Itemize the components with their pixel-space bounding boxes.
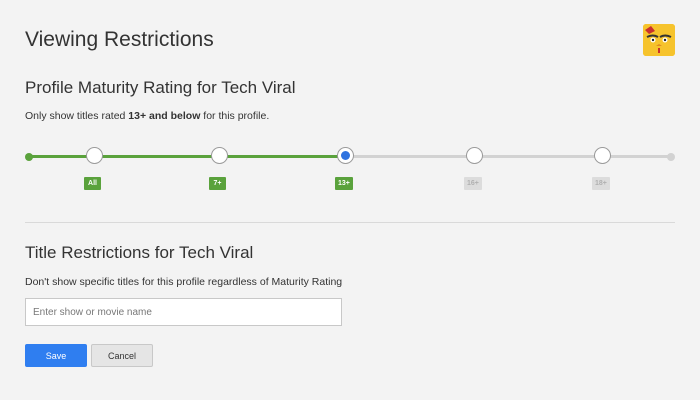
slider-knob-all[interactable] xyxy=(86,147,103,164)
rating-badge-all: All xyxy=(84,177,101,190)
maturity-desc-suffix: for this profile. xyxy=(200,110,270,122)
maturity-slider[interactable]: All 7+ 13+ 16+ 18+ xyxy=(25,140,675,200)
maturity-description: Only show titles rated 13+ and below for… xyxy=(25,110,269,122)
rating-badge-16plus: 16+ xyxy=(464,177,482,190)
slider-knob-18plus[interactable] xyxy=(594,147,611,164)
slider-knob-16plus[interactable] xyxy=(466,147,483,164)
save-button[interactable]: Save xyxy=(25,344,87,367)
cancel-button[interactable]: Cancel xyxy=(91,344,153,367)
maturity-heading: Profile Maturity Rating for Tech Viral xyxy=(25,78,296,97)
title-search-input[interactable] xyxy=(25,298,342,326)
page-title: Viewing Restrictions xyxy=(25,28,214,51)
title-restrictions-description: Don't show specific titles for this prof… xyxy=(25,276,343,288)
title-restrictions-heading: Title Restrictions for Tech Viral xyxy=(25,243,254,262)
rating-badge-18plus: 18+ xyxy=(592,177,610,190)
slider-start-dot xyxy=(25,152,33,161)
slider-track-fill xyxy=(29,155,346,158)
slider-knob-13plus[interactable] xyxy=(337,147,354,164)
avatar-face-icon xyxy=(643,24,675,56)
rating-badge-7plus: 7+ xyxy=(209,177,226,190)
rating-badge-13plus: 13+ xyxy=(335,177,353,190)
profile-avatar[interactable] xyxy=(643,24,675,56)
slider-end-dot xyxy=(667,152,675,161)
maturity-desc-prefix: Only show titles rated xyxy=(25,110,129,122)
section-divider xyxy=(25,222,675,223)
slider-knob-7plus[interactable] xyxy=(211,147,228,164)
maturity-desc-bold: 13+ and below xyxy=(128,110,201,122)
